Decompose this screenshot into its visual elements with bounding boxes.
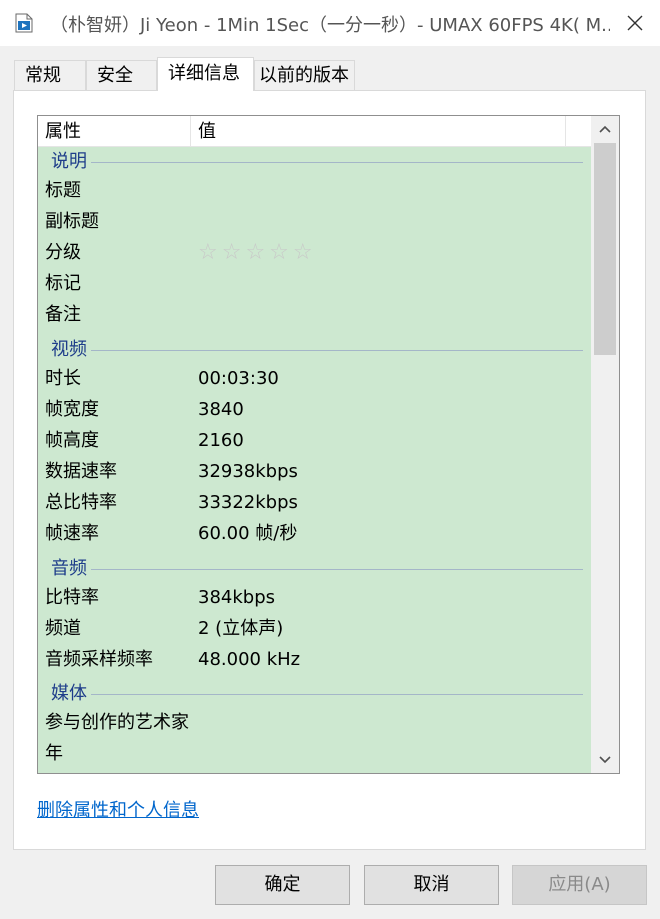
list-item[interactable]: 帧宽度 3840 — [38, 395, 591, 425]
list-body: 说明 标题 副标题 分级 ☆☆☆☆☆ 标记 备注 视频 时长 00:03:30 … — [38, 147, 591, 773]
property-name: 比特率 — [45, 587, 99, 608]
property-name: 副标题 — [45, 211, 99, 232]
ok-button[interactable]: 确定 — [215, 865, 350, 905]
property-value: 00:03:30 — [198, 368, 279, 389]
vertical-scrollbar[interactable] — [591, 116, 619, 773]
property-name: 总比特率 — [45, 492, 117, 513]
title-bar: （朴智妍）Ji Yeon - 1Min 1Sec（一分一秒）- UMAX 60F… — [0, 0, 660, 46]
property-name: 年 — [45, 743, 63, 764]
list-item[interactable]: 标题 — [38, 176, 591, 206]
list-item[interactable]: 比特率 384kbps — [38, 583, 591, 613]
close-icon — [627, 15, 643, 31]
property-name: 帧高度 — [45, 430, 99, 451]
column-header-property[interactable]: 属性 — [38, 116, 191, 147]
property-value: 384kbps — [198, 587, 276, 608]
property-name: 时长 — [45, 368, 81, 389]
list-item[interactable]: 分级 ☆☆☆☆☆ — [38, 238, 591, 268]
chevron-up-icon — [599, 125, 611, 133]
list-item[interactable]: 参与创作的艺术家 — [38, 708, 591, 738]
property-value: 60.00 帧/秒 — [198, 523, 298, 544]
property-name: 标记 — [45, 273, 81, 294]
property-value: 32938kbps — [198, 461, 298, 482]
group-header-media: 媒体 — [38, 681, 591, 707]
remove-properties-link[interactable]: 删除属性和个人信息 — [37, 796, 199, 822]
property-name: 备注 — [45, 304, 81, 325]
list-item[interactable]: 副标题 — [38, 207, 591, 237]
group-divider — [91, 569, 583, 570]
tab-details[interactable]: 详细信息 — [157, 57, 254, 91]
group-label: 音频 — [51, 558, 87, 579]
property-name: 数据速率 — [45, 461, 117, 482]
property-name: 帧速率 — [45, 523, 99, 544]
property-name: 参与创作的艺术家 — [45, 712, 189, 733]
properties-list[interactable]: 属性 值 说明 标题 副标题 分级 ☆☆☆☆☆ 标记 备注 视频 时长 00:0… — [37, 115, 620, 774]
list-item[interactable]: 频道 2 (立体声) — [38, 614, 591, 644]
property-name: 音频采样频率 — [45, 649, 153, 670]
property-name: 标题 — [45, 180, 81, 201]
group-header-video: 视频 — [38, 337, 591, 363]
list-item[interactable]: 帧高度 2160 — [38, 426, 591, 456]
tab-general[interactable]: 常规 — [14, 60, 86, 90]
property-value: 2160 — [198, 430, 244, 451]
list-header: 属性 值 — [38, 116, 591, 147]
window-title: （朴智妍）Ji Yeon - 1Min 1Sec（一分一秒）- UMAX 60F… — [50, 15, 610, 36]
property-name: 分级 — [45, 242, 81, 263]
apply-button[interactable]: 应用(A) — [512, 865, 647, 905]
rating-stars[interactable]: ☆☆☆☆☆ — [198, 238, 317, 268]
scrollbar-thumb[interactable] — [594, 143, 616, 355]
list-item[interactable]: 备注 — [38, 300, 591, 330]
group-label: 媒体 — [51, 683, 87, 704]
list-item[interactable]: 时长 00:03:30 — [38, 364, 591, 394]
column-header-value[interactable]: 值 — [191, 116, 566, 147]
group-divider — [91, 694, 583, 695]
property-name: 帧宽度 — [45, 399, 99, 420]
group-header-description: 说明 — [38, 149, 591, 175]
property-value: 2 (立体声) — [198, 618, 284, 639]
close-button[interactable] — [620, 8, 650, 38]
property-value: 3840 — [198, 399, 244, 420]
group-label: 视频 — [51, 339, 87, 360]
property-value: 33322kbps — [198, 492, 298, 513]
list-item[interactable]: 总比特率 33322kbps — [38, 488, 591, 518]
group-label: 说明 — [51, 151, 87, 172]
tab-previous-versions[interactable]: 以前的版本 — [254, 60, 355, 90]
scroll-up-button[interactable] — [591, 116, 619, 142]
group-header-audio: 音频 — [38, 556, 591, 582]
list-item[interactable]: 数据速率 32938kbps — [38, 457, 591, 487]
chevron-down-icon — [599, 756, 611, 764]
cancel-button[interactable]: 取消 — [364, 865, 499, 905]
list-item[interactable]: 年 — [38, 739, 591, 769]
group-divider — [91, 350, 583, 351]
video-file-icon — [15, 13, 33, 33]
list-item[interactable]: 帧速率 60.00 帧/秒 — [38, 519, 591, 549]
list-item[interactable]: 音频采样频率 48.000 kHz — [38, 645, 591, 675]
property-name: 频道 — [45, 618, 81, 639]
tab-security[interactable]: 安全 — [86, 60, 157, 90]
list-item[interactable]: 标记 — [38, 269, 591, 299]
group-divider — [91, 162, 583, 163]
property-value: 48.000 kHz — [198, 649, 301, 670]
scroll-down-button[interactable] — [591, 747, 619, 773]
